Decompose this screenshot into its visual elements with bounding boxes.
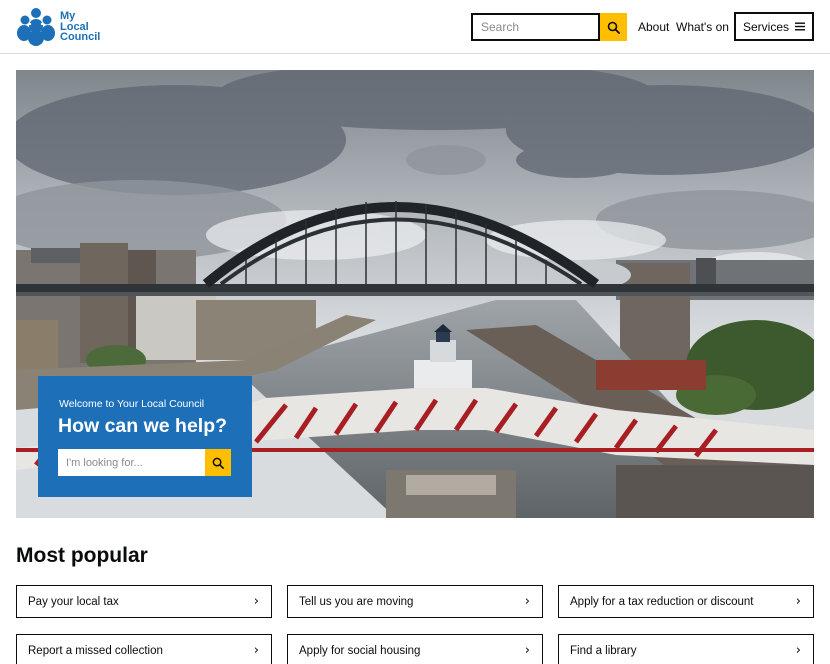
most-popular-heading: Most popular: [16, 544, 148, 567]
hamburger-icon: [795, 22, 805, 31]
popular-link-label: Report a missed collection: [28, 644, 163, 657]
popular-link-label: Find a library: [570, 644, 637, 657]
popular-link-label: Tell us you are moving: [299, 595, 414, 608]
popular-link[interactable]: Tell us you are moving ›: [287, 585, 543, 618]
people-group-icon: [17, 8, 55, 46]
site-logo[interactable]: My Local Council: [16, 8, 100, 46]
help-panel: Welcome to Your Local Council How can we…: [38, 376, 252, 497]
popular-link-label: Pay your local tax: [28, 595, 119, 608]
logo-line: Council: [60, 31, 101, 43]
help-heading: How can we help?: [58, 415, 228, 437]
popular-link[interactable]: Apply for a tax reduction or discount ›: [558, 585, 814, 618]
popular-link[interactable]: Find a library ›: [558, 634, 814, 664]
chevron-right-icon: ›: [253, 643, 259, 658]
site-header: My Local Council About What's on Service…: [0, 0, 830, 54]
chevron-right-icon: ›: [253, 594, 259, 609]
chevron-right-icon: ›: [795, 643, 801, 658]
chevron-right-icon: ›: [524, 643, 530, 658]
help-search-input[interactable]: [58, 449, 205, 476]
nav-about[interactable]: About: [638, 20, 669, 34]
popular-link-label: Apply for social housing: [299, 644, 421, 657]
search-button[interactable]: [600, 13, 627, 41]
search-input[interactable]: [471, 13, 600, 41]
logo-text: My Local Council: [60, 11, 120, 43]
popular-link[interactable]: Report a missed collection ›: [16, 634, 272, 664]
popular-link[interactable]: Apply for social housing ›: [287, 634, 543, 664]
nav-whats-on[interactable]: What's on: [676, 20, 729, 34]
welcome-text: Welcome to Your Local Council: [59, 398, 205, 410]
search-icon: [212, 457, 224, 469]
services-button[interactable]: Services: [734, 12, 814, 41]
chevron-right-icon: ›: [524, 594, 530, 609]
popular-link-label: Apply for a tax reduction or discount: [570, 595, 754, 608]
header-search: [471, 13, 627, 41]
services-label: Services: [742, 19, 789, 34]
help-search: [58, 449, 231, 476]
popular-link[interactable]: Pay your local tax ›: [16, 585, 272, 618]
search-icon: [607, 21, 620, 34]
help-search-button[interactable]: [205, 449, 231, 476]
logo-line: My: [60, 10, 76, 22]
chevron-right-icon: ›: [795, 594, 801, 609]
